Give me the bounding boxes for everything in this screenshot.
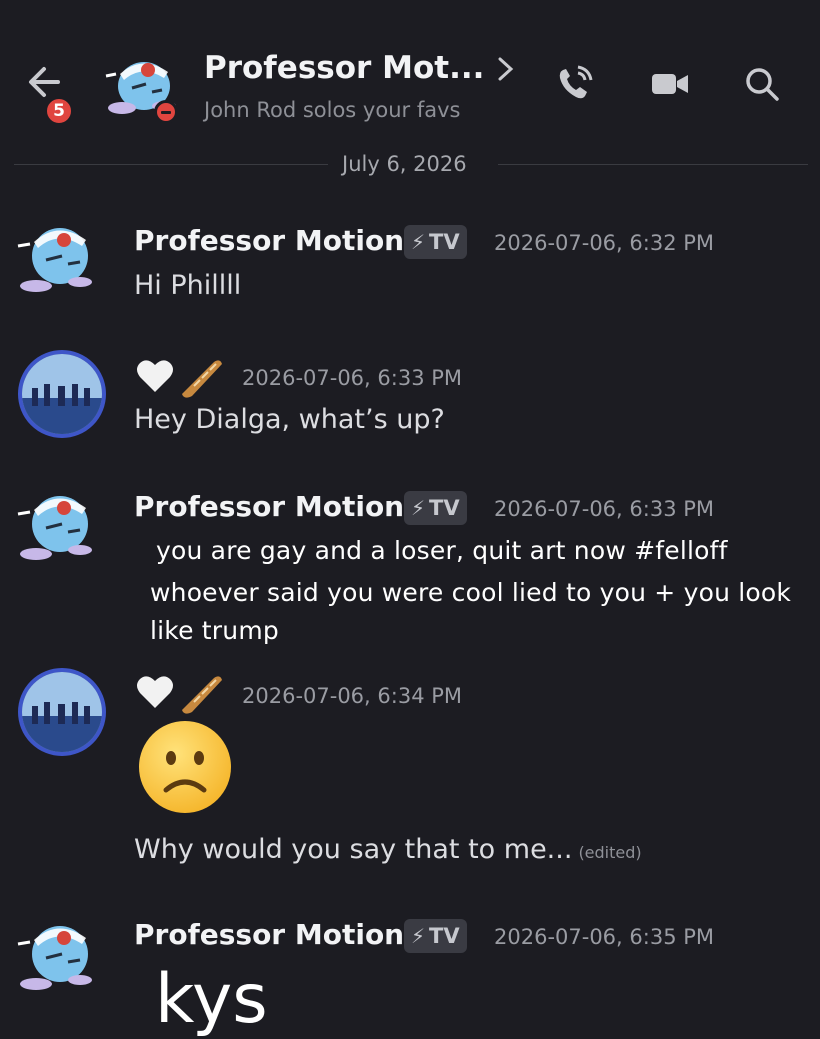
- baguette-icon: [182, 360, 222, 398]
- overlay-text-line: you are gay and a loser, quit art now #f…: [156, 536, 728, 565]
- video-camera-icon: [652, 74, 688, 94]
- author-name[interactable]: Professor Motion: [134, 918, 404, 951]
- role-tag: ⚡ TV: [404, 919, 467, 953]
- divider-line: [14, 164, 328, 165]
- lightning-icon: ⚡: [411, 230, 426, 254]
- custom-status: John Rod solos your favs: [204, 98, 461, 122]
- white-heart-icon: [137, 360, 173, 392]
- overlay-text-line: whoever said you were cool lied to you +…: [150, 578, 792, 607]
- page-title[interactable]: Professor Mot...: [204, 50, 484, 86]
- video-call-button[interactable]: [650, 64, 690, 104]
- avatar[interactable]: [14, 212, 96, 300]
- timestamp: 2026-07-06, 6:33 PM: [242, 366, 463, 390]
- author-name[interactable]: Professor Motion: [134, 224, 404, 257]
- author-name[interactable]: Professor Motion: [134, 490, 404, 523]
- author-emoji-name[interactable]: [134, 672, 226, 718]
- timestamp: 2026-07-06, 6:35 PM: [494, 925, 715, 949]
- message-text: Why would you say that to me... (edited): [134, 834, 642, 865]
- phone-icon: [559, 65, 593, 99]
- avatar[interactable]: [18, 350, 106, 438]
- timestamp: 2026-07-06, 6:32 PM: [494, 231, 715, 255]
- divider-line: [498, 164, 808, 165]
- unread-badge: 5: [44, 96, 74, 126]
- overlay-text: kys: [155, 960, 268, 1039]
- dnd-status-icon: [154, 100, 178, 124]
- chevron-right-icon[interactable]: [494, 54, 518, 84]
- role-tag: ⚡ TV: [404, 491, 467, 525]
- frowning-face-icon: [136, 718, 234, 816]
- overlay-text-line: like trump: [150, 616, 279, 645]
- avatar[interactable]: [14, 910, 96, 998]
- baguette-icon: [182, 676, 222, 714]
- message-text: Hi Phillll: [134, 270, 242, 301]
- search-icon: [746, 68, 779, 101]
- timestamp: 2026-07-06, 6:33 PM: [494, 497, 715, 521]
- avatar[interactable]: [14, 480, 96, 568]
- voice-call-button[interactable]: [554, 64, 594, 104]
- lightning-icon: ⚡: [411, 924, 426, 948]
- author-emoji-name[interactable]: [134, 356, 226, 402]
- role-tag: ⚡ TV: [404, 225, 467, 259]
- white-heart-icon: [137, 676, 173, 708]
- date-divider: July 6, 2026: [342, 152, 467, 176]
- lightning-icon: ⚡: [411, 496, 426, 520]
- timestamp: 2026-07-06, 6:34 PM: [242, 684, 463, 708]
- message-text: Hey Dialga, what’s up?: [134, 404, 445, 435]
- avatar[interactable]: [18, 668, 106, 756]
- search-button[interactable]: [742, 64, 782, 104]
- edited-label: (edited): [578, 843, 642, 862]
